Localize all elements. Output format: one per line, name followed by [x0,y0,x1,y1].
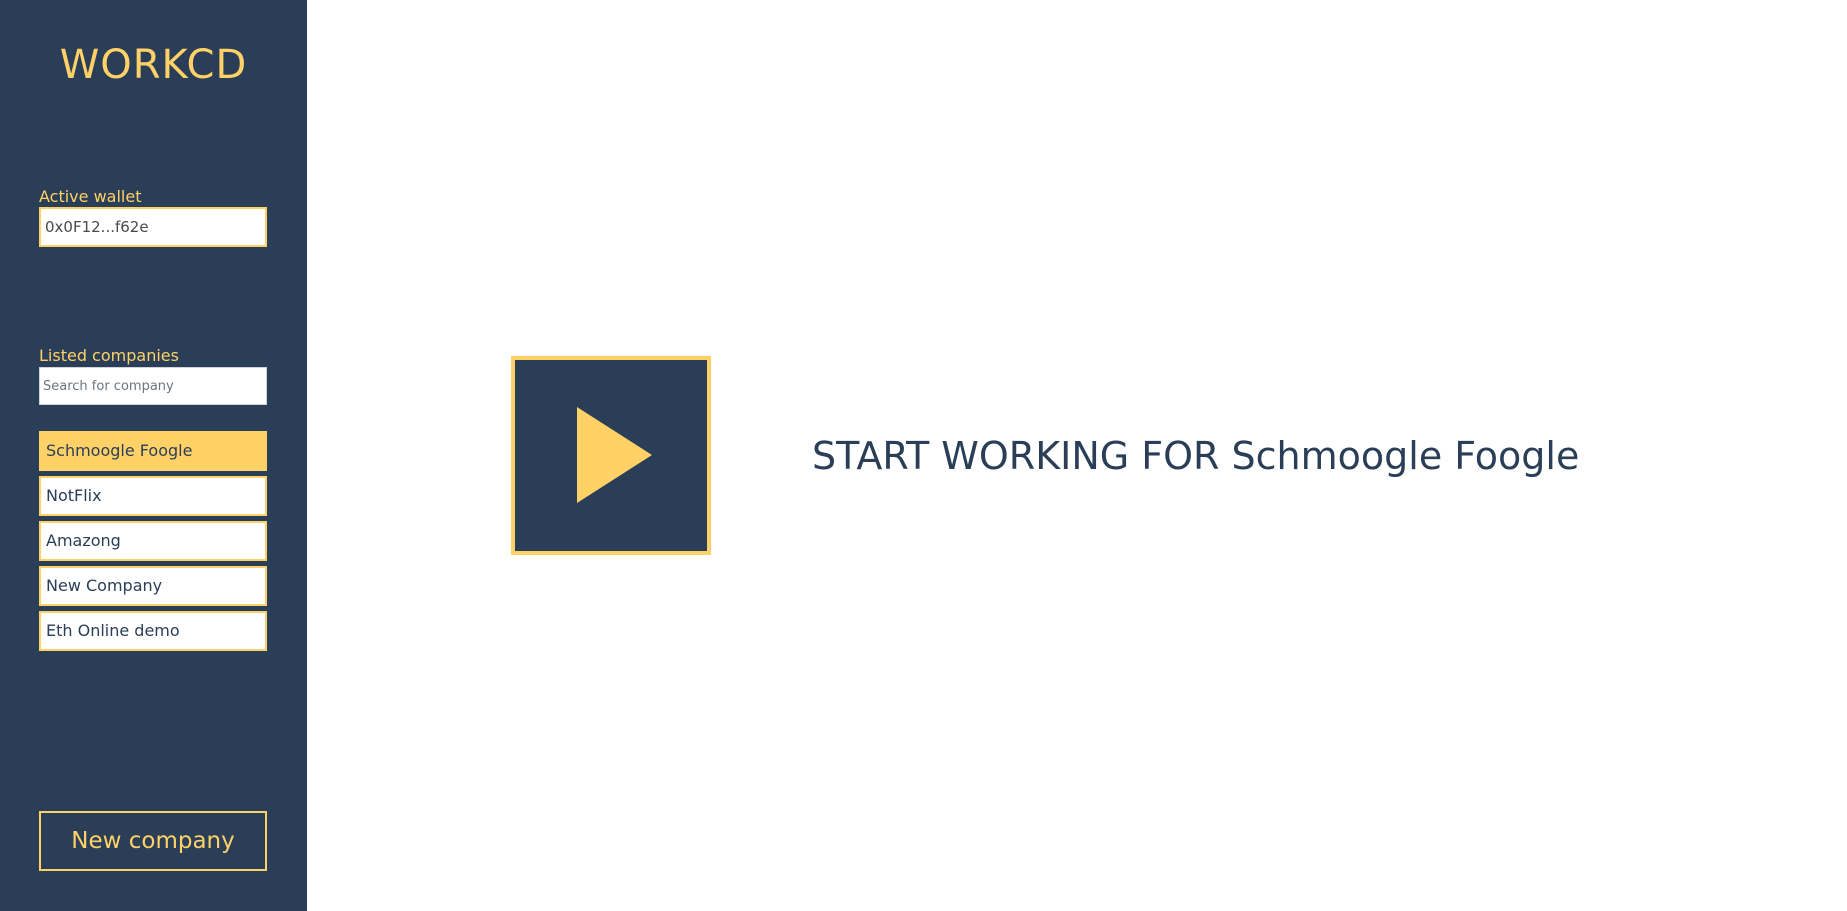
sidebar: WORKCD Active wallet 0x0F12...f62e Liste… [0,0,307,911]
company-item-schmoogle-foogle[interactable]: Schmoogle Foogle [39,431,267,471]
new-company-button[interactable]: New company [39,811,267,871]
app-root: WORKCD Active wallet 0x0F12...f62e Liste… [0,0,1847,911]
company-list: Schmoogle Foogle NotFlix Amazong New Com… [39,431,267,656]
listed-companies-label: Listed companies [39,346,179,365]
active-wallet-label: Active wallet [39,187,142,206]
start-working-prefix: START WORKING FOR [812,434,1220,478]
start-working-text: START WORKING FOR Schmoogle Foogle [812,431,1579,481]
company-item-new-company[interactable]: New Company [39,566,267,606]
company-search-input[interactable] [39,367,267,405]
company-item-notflix[interactable]: NotFlix [39,476,267,516]
company-item-amazong[interactable]: Amazong [39,521,267,561]
selected-company-name: Schmoogle Foogle [1231,434,1580,478]
company-item-eth-online-demo[interactable]: Eth Online demo [39,611,267,651]
play-icon [577,407,652,503]
start-working-button[interactable] [511,356,711,555]
app-logo: WORKCD [59,42,248,88]
active-wallet-field[interactable]: 0x0F12...f62e [39,207,267,247]
